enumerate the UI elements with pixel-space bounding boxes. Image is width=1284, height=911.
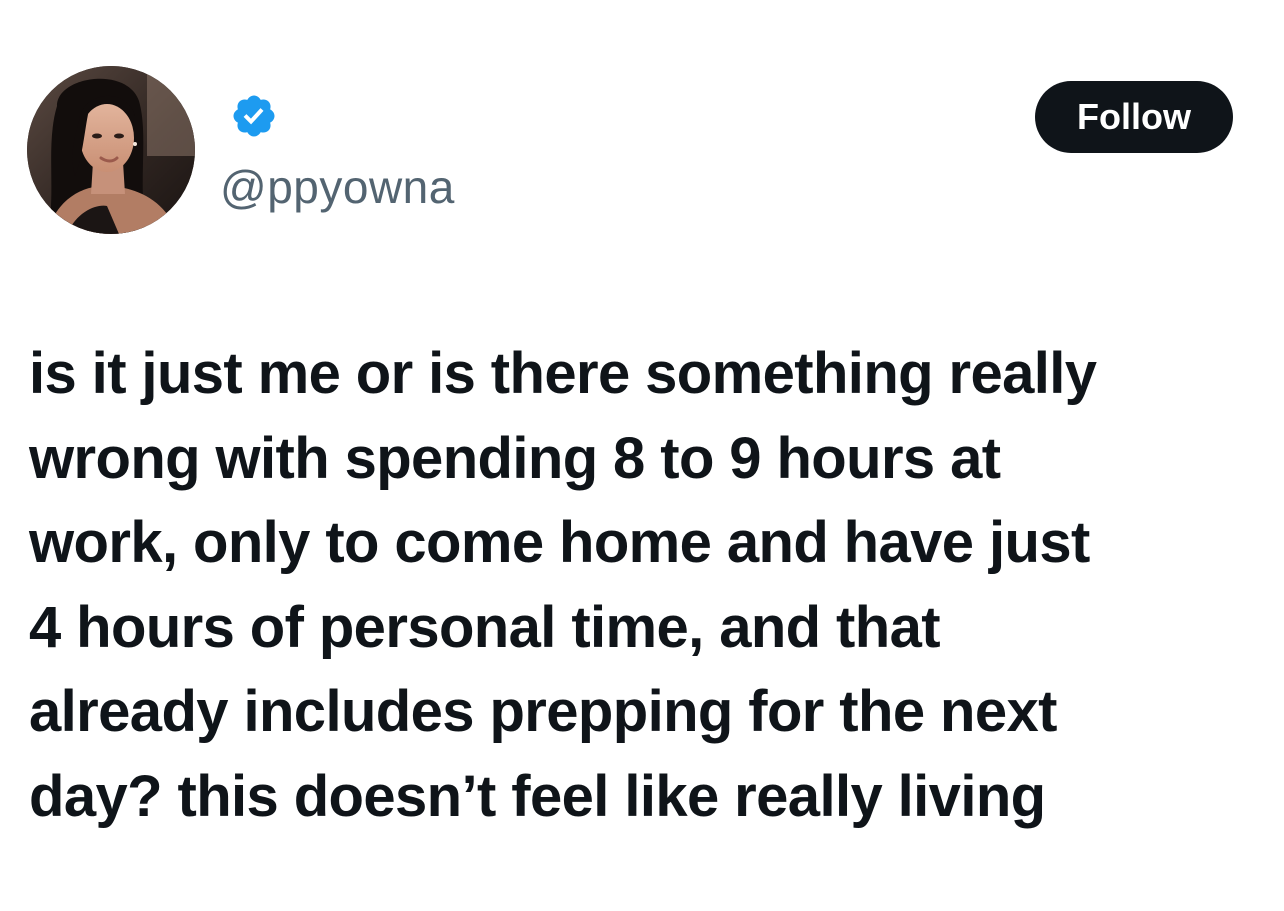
follow-button[interactable]: Follow: [1035, 81, 1233, 153]
tweet-card: @ppyowna Follow is it just me or is ther…: [0, 0, 1284, 911]
tweet-text-line: work, only to come home and have just: [29, 510, 1090, 575]
tweet-text: is it just me or is there something real…: [29, 332, 1244, 839]
tweet-text-line: wrong with spending 8 to 9 hours at: [29, 425, 1001, 491]
tweet-text-line: day? this doesn’t feel like really livin…: [29, 763, 1046, 829]
avatar[interactable]: [27, 66, 195, 234]
tweet-text-line: already includes prepping for the next: [29, 679, 1057, 744]
author-handle[interactable]: @ppyowna: [220, 160, 455, 214]
tweet-text-line: 4 hours of personal time, and that: [29, 594, 941, 660]
tweet-text-line: is it just me or is there something real…: [29, 341, 1097, 406]
verified-badge-icon: [233, 95, 275, 137]
avatar-image: [27, 66, 195, 234]
